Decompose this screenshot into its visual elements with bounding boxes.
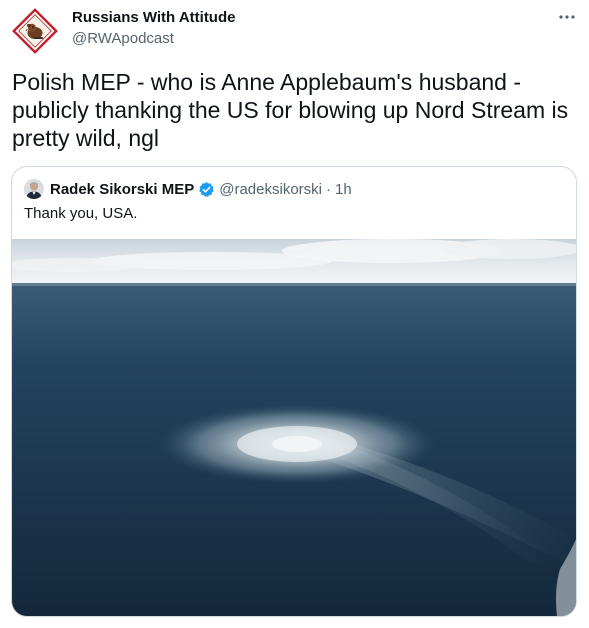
quoted-tweet-photo[interactable] <box>12 239 576 616</box>
tweet: Russians With Attitude @RWApodcast Polis… <box>0 0 589 628</box>
author-avatar[interactable] <box>12 8 58 54</box>
quoted-author-avatar[interactable] <box>24 179 44 199</box>
quoted-tweet-header: Radek Sikorski MEP @radeksikorski · 1h <box>24 179 352 199</box>
sea-gas-leak-photo <box>12 239 576 616</box>
author-name[interactable]: Russians With Attitude <box>72 9 235 26</box>
person-avatar-icon <box>24 179 44 199</box>
tweet-text: Polish MEP - who is Anne Applebaum's hus… <box>12 69 569 151</box>
quoted-tweet[interactable]: Radek Sikorski MEP @radeksikorski · 1h T… <box>11 166 577 617</box>
separator-dot: · <box>326 180 331 198</box>
quoted-tweet-time[interactable]: 1h <box>335 181 352 198</box>
author-handle[interactable]: @RWApodcast <box>72 30 174 47</box>
quoted-tweet-text: Thank you, USA. <box>24 205 138 222</box>
quoted-author-name[interactable]: Radek Sikorski MEP <box>50 181 194 198</box>
diamond-logo-icon <box>12 8 58 54</box>
more-horizontal-icon <box>559 15 575 19</box>
verified-badge-icon <box>198 181 215 198</box>
quoted-author-handle[interactable]: @radeksikorski <box>219 181 322 198</box>
more-options-button[interactable] <box>552 5 582 29</box>
